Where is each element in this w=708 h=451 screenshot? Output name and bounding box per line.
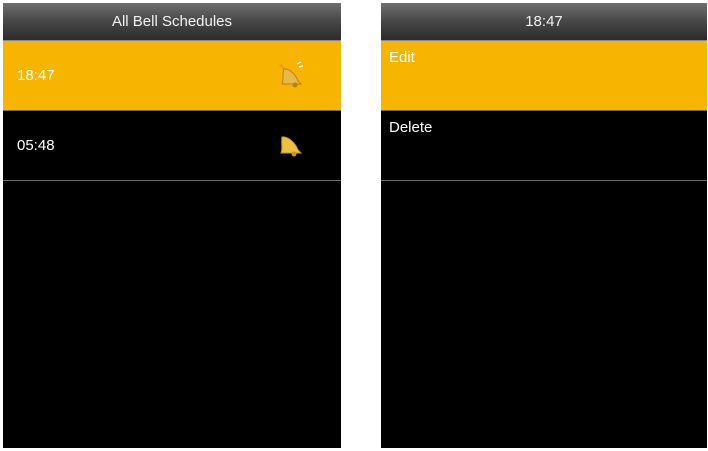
bell-schedule-list-screen: All Bell Schedules 18:47 05:48 xyxy=(3,3,341,448)
delete-label: Delete xyxy=(389,119,433,136)
bell-icon xyxy=(280,136,303,157)
bell-icon xyxy=(279,61,304,88)
schedule-time: 18:47 xyxy=(17,67,55,84)
edit-label: Edit xyxy=(389,49,415,66)
schedule-item-2[interactable]: 05:48 xyxy=(3,111,341,181)
delete-menu-item[interactable]: Delete xyxy=(381,111,707,181)
screen-title: 18:47 xyxy=(381,3,707,41)
screen-title: All Bell Schedules xyxy=(3,3,341,41)
schedule-item-1[interactable]: 18:47 xyxy=(3,41,341,111)
edit-menu-item[interactable]: Edit xyxy=(381,41,707,111)
schedule-time: 05:48 xyxy=(17,137,55,154)
schedule-options-screen: 18:47 Edit Delete xyxy=(381,3,707,448)
